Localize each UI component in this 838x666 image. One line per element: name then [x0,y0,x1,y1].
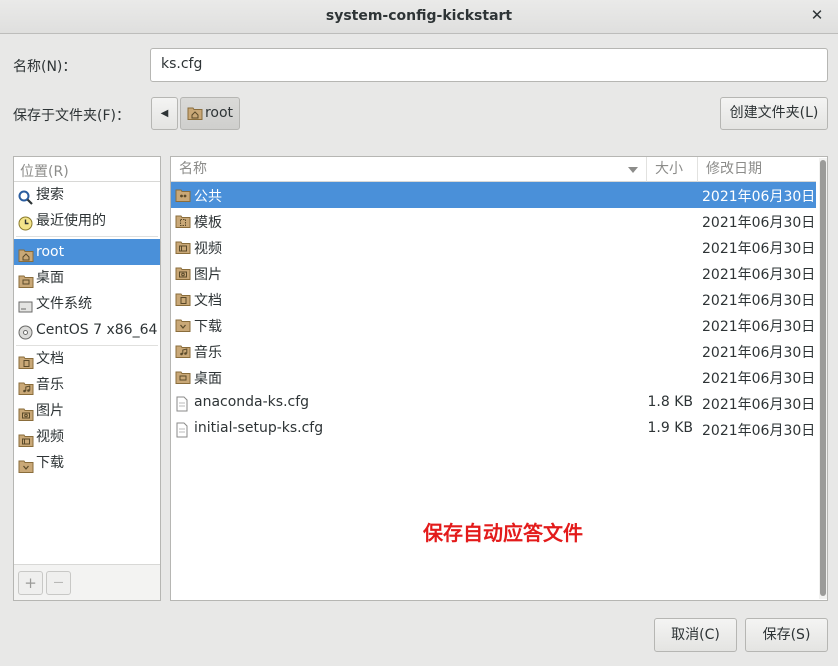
documents-folder-icon [175,292,191,310]
places-separator [16,236,158,237]
public-folder-icon [175,188,191,206]
place-root[interactable]: root [14,239,160,265]
plus-icon: + [24,574,37,592]
column-header-modified[interactable]: 修改日期 [698,157,816,182]
file-name: 下载 [194,319,222,335]
path-root-label: root [204,105,234,121]
place-label: 搜索 [36,187,64,203]
desktop-folder-icon [175,370,191,388]
music-folder-icon [175,344,191,362]
create-folder-button[interactable]: 创建文件夹(L) [720,97,828,130]
save-button[interactable]: 保存(S) [745,618,828,652]
left-arrow-icon: ◀ [160,108,169,119]
path-root-button[interactable]: root [180,97,240,130]
save-in-folder-label: 保存于文件夹(F)： [13,108,130,124]
place-label: 图片 [36,403,64,419]
places-sidebar: 位置(R) 搜索 最近使用的 root 桌面 文件系统 CentOS 7 x86… [13,156,161,601]
home-folder-icon [187,101,203,132]
file-modified: 2021年06月30日 [702,397,816,413]
places-header: 位置(R) [14,157,160,182]
text-file-icon [175,422,189,442]
videos-folder-icon [175,240,191,258]
file-list-scrollbar[interactable] [819,158,827,599]
remove-bookmark-button[interactable]: — [46,571,71,595]
place-pictures[interactable]: 图片 [14,398,160,424]
column-name-label: 名称 [179,161,207,177]
place-label: 文件系统 [36,296,92,312]
place-label: 下载 [36,455,64,471]
downloads-folder-icon [18,456,34,482]
path-back-button[interactable]: ◀ [151,97,178,130]
file-modified: 2021年06月30日 [702,189,816,205]
add-bookmark-button[interactable]: + [18,571,43,595]
column-size-label: 大小 [655,161,683,177]
place-desktop[interactable]: 桌面 [14,265,160,291]
file-row[interactable]: 下载 2021年06月30日 [171,312,816,338]
window-title: system-config-kickstart [325,8,513,24]
place-centos-disc[interactable]: CentOS 7 x86_64 [14,317,160,343]
file-modified: 2021年06月30日 [702,319,816,335]
cancel-button[interactable]: 取消(C) [654,618,737,652]
annotation-text: 保存自动应答文件 [423,521,583,545]
filename-input[interactable]: ks.cfg [150,48,828,82]
column-modified-label: 修改日期 [706,161,762,177]
file-modified: 2021年06月30日 [702,241,816,257]
place-videos[interactable]: 视频 [14,424,160,450]
file-row[interactable]: 视频 2021年06月30日 [171,234,816,260]
place-recent[interactable]: 最近使用的 [14,208,160,234]
file-modified: 2021年06月30日 [702,423,816,439]
file-modified: 2021年06月30日 [702,371,816,387]
scrollbar-thumb[interactable] [820,160,826,596]
file-name: 图片 [194,267,222,283]
downloads-folder-icon [175,318,191,336]
place-documents[interactable]: 文档 [14,346,160,372]
places-footer: + — [14,564,160,600]
place-label: root [36,244,65,260]
file-modified: 2021年06月30日 [702,293,816,309]
column-header-name[interactable]: 名称 [171,157,647,182]
file-modified: 2021年06月30日 [702,345,816,361]
file-row[interactable]: initial-setup-ks.cfg 1.9 KB 2021年06月30日 [171,416,816,442]
file-row[interactable]: 桌面 2021年06月30日 [171,364,816,390]
place-downloads[interactable]: 下载 [14,450,160,476]
file-name: 视频 [194,241,222,257]
file-name: initial-setup-ks.cfg [194,420,324,436]
file-name: anaconda-ks.cfg [194,394,310,410]
file-name: 公共 [194,189,222,205]
file-name: 桌面 [194,371,222,387]
file-name: 音乐 [194,345,222,361]
file-name: 模板 [194,215,222,231]
name-label: 名称(N)： [13,59,77,75]
title-bar: system-config-kickstart ✕ [0,0,838,34]
file-row[interactable]: 公共 2021年06月30日 [171,182,816,208]
file-modified: 2021年06月30日 [702,267,816,283]
minus-icon: — [53,577,64,588]
place-label: CentOS 7 x86_64 [36,322,158,338]
place-label: 桌面 [36,270,64,286]
file-name: 文档 [194,293,222,309]
file-row[interactable]: 模板 2021年06月30日 [171,208,816,234]
file-row[interactable]: 音乐 2021年06月30日 [171,338,816,364]
place-search[interactable]: 搜索 [14,182,160,208]
text-file-icon [175,396,189,416]
place-label: 最近使用的 [36,213,106,229]
file-size: 1.9 KB [647,420,694,436]
sort-down-icon [628,167,638,173]
file-size: 1.8 KB [647,394,694,410]
pictures-folder-icon [175,266,191,284]
column-header-size[interactable]: 大小 [647,157,698,182]
place-music[interactable]: 音乐 [14,372,160,398]
place-filesystem[interactable]: 文件系统 [14,291,160,317]
file-row[interactable]: 图片 2021年06月30日 [171,260,816,286]
templates-folder-icon [175,214,191,232]
file-row[interactable]: 文档 2021年06月30日 [171,286,816,312]
close-icon[interactable]: ✕ [808,6,826,24]
place-label: 文档 [36,351,64,367]
place-label: 音乐 [36,377,64,393]
file-modified: 2021年06月30日 [702,215,816,231]
place-label: 视频 [36,429,64,445]
file-row[interactable]: anaconda-ks.cfg 1.8 KB 2021年06月30日 [171,390,816,416]
